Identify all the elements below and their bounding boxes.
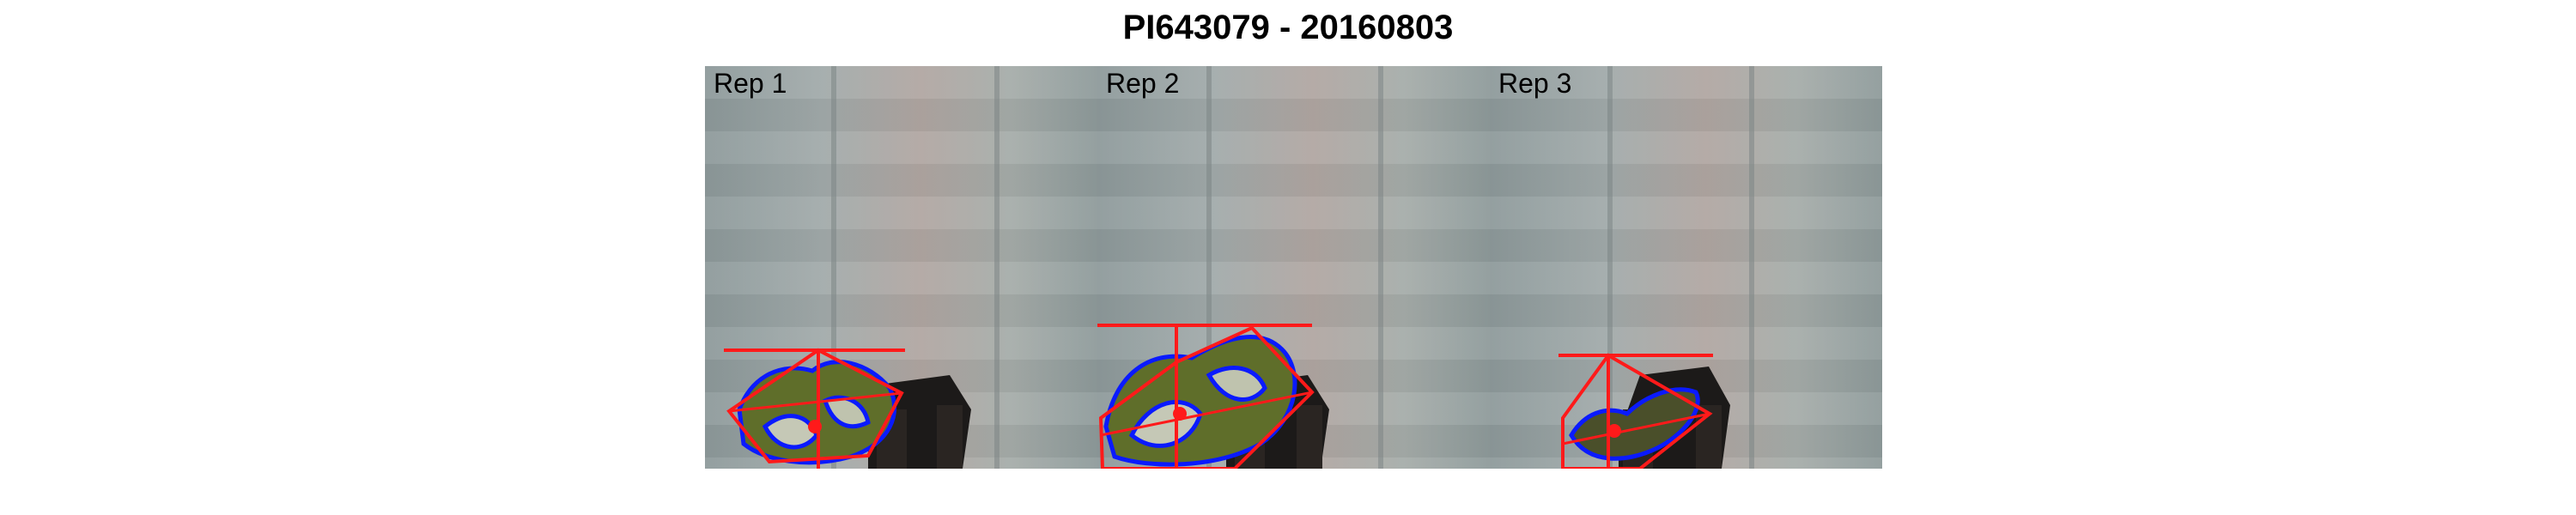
pot-stand: [937, 405, 963, 469]
figure-title: PI643079 - 20160803: [1122, 9, 1454, 46]
pot-stand: [1297, 405, 1322, 469]
panel-label-rep-1: Rep 1: [714, 68, 787, 99]
panel-rep-1: Rep 1: [705, 66, 1097, 469]
centroid: [1173, 407, 1187, 421]
image-panels: Rep 1 Rep 2 Rep 3: [705, 66, 1882, 469]
plant-image-rep-3: [1558, 66, 1754, 469]
plant-image-rep-1: [724, 66, 999, 469]
panel-label-rep-3: Rep 3: [1498, 68, 1572, 99]
centroid: [808, 420, 822, 433]
plant-image-rep-2: [1097, 66, 1383, 469]
centroid: [1607, 424, 1621, 438]
panel-rep-3: Rep 3: [1490, 66, 1882, 469]
panel-rep-2: Rep 2: [1097, 66, 1490, 469]
panel-label-rep-2: Rep 2: [1106, 68, 1180, 99]
